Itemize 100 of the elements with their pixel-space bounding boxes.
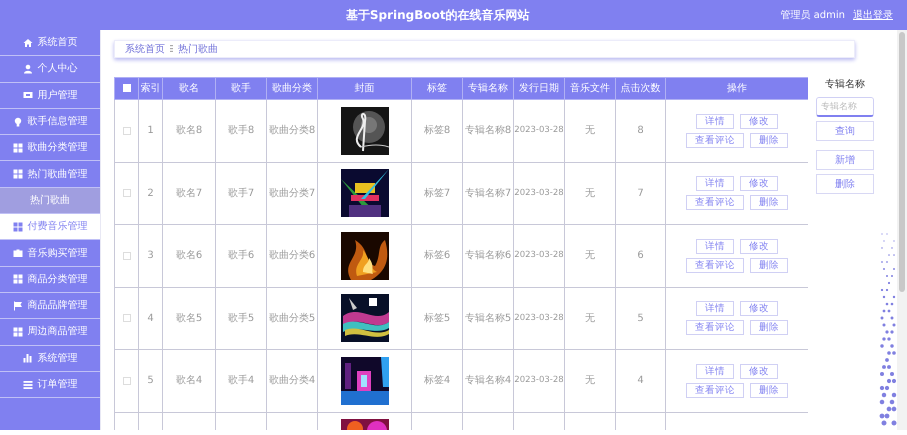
sidebar-item[interactable]: 付费音乐管理 — [0, 214, 100, 240]
sidebar-item[interactable]: 系统首页 — [0, 30, 100, 56]
grid-icon — [12, 142, 22, 153]
sidebar-item[interactable]: 个人中心 — [0, 56, 100, 83]
search-field[interactable]: 专辑名称 — [816, 97, 874, 117]
sidebar-subitem[interactable]: 热门歌曲 — [0, 188, 100, 214]
delete-button[interactable]: 删除 — [750, 382, 788, 398]
album-name: 专辑名称8 — [464, 125, 512, 136]
click-count: 6 — [637, 250, 644, 262]
search-button[interactable]: 查询 — [816, 121, 874, 141]
album-name: 专辑名称6 — [464, 250, 512, 262]
flag-icon — [12, 300, 22, 311]
comments-button[interactable]: 查看评论 — [686, 382, 744, 398]
sidebar-item[interactable]: 系统管理 — [0, 346, 100, 372]
click-count: 7 — [637, 188, 644, 199]
delete-button[interactable]: 删除 — [750, 320, 788, 336]
home-icon — [22, 38, 32, 48]
row-index: 1 — [147, 125, 154, 136]
grid-icon — [12, 222, 22, 232]
release-date: 2023-03-28 — [514, 375, 564, 386]
song-name: 歌名8 — [176, 125, 202, 136]
song-tag: 标签5 — [424, 312, 450, 324]
release-date: 2023-03-28 — [514, 125, 564, 136]
singer-name: 歌手8 — [228, 125, 254, 136]
column-header: 点击次数 — [620, 83, 660, 94]
site-title: 基于SpringBoot的在线音乐网站 — [344, 7, 531, 24]
edit-button[interactable]: 修改 — [740, 238, 778, 254]
column-header: 发行日期 — [519, 83, 559, 94]
column-header: 歌曲分类 — [272, 83, 312, 94]
column-header: 标签 — [427, 83, 447, 94]
sidebar-item[interactable]: 歌手信息管理 — [0, 108, 100, 136]
delete-button[interactable]: 删除 — [750, 258, 788, 273]
breadcrumb-link[interactable]: 系统首页 — [125, 42, 165, 56]
sidebar-item[interactable]: 订单管理 — [0, 372, 100, 398]
edit-button[interactable]: 修改 — [740, 301, 778, 316]
scrollbar[interactable] — [897, 30, 907, 430]
detail-button[interactable]: 详情 — [696, 301, 734, 316]
song-tag: 标签4 — [424, 375, 450, 386]
song-name: 歌名5 — [176, 312, 202, 324]
song-category: 歌曲分类6 — [268, 250, 316, 262]
breadcrumb-link[interactable]: 热门歌曲 — [178, 42, 218, 56]
delete-button[interactable]: 删除 — [750, 195, 788, 210]
sidebar-item[interactable]: 周边商品管理 — [0, 319, 100, 346]
comments-button[interactable]: 查看评论 — [686, 195, 744, 210]
add-button[interactable]: 新增 — [816, 150, 874, 170]
row-checkbox[interactable] — [122, 314, 130, 322]
list-icon — [22, 380, 32, 390]
row-checkbox[interactable] — [122, 376, 130, 385]
song-category: 歌曲分类4 — [268, 375, 316, 386]
detail-button[interactable]: 详情 — [696, 364, 734, 379]
comments-button[interactable]: 查看评论 — [686, 320, 744, 336]
music-file: 无 — [585, 125, 595, 136]
bulb-icon — [12, 116, 22, 127]
album-name: 专辑名称5 — [464, 312, 512, 324]
sidebar-item[interactable]: 商品品牌管理 — [0, 292, 100, 320]
song-category: 歌曲分类5 — [268, 312, 316, 324]
delete-button[interactable]: 删除 — [816, 174, 874, 194]
row-checkbox[interactable] — [122, 189, 130, 198]
sidebar-item[interactable]: 歌曲分类管理 — [0, 135, 100, 162]
detail-button[interactable]: 详情 — [696, 238, 734, 254]
edit-button[interactable]: 修改 — [740, 114, 778, 129]
song-name: 歌名4 — [176, 375, 202, 386]
logout-link[interactable]: 退出登录 — [853, 8, 893, 22]
row-index: 5 — [147, 375, 154, 386]
select-all-checkbox[interactable] — [122, 84, 130, 92]
detail-button[interactable]: 详情 — [696, 114, 734, 129]
edit-button[interactable]: 修改 — [740, 176, 778, 192]
song-category: 歌曲分类8 — [268, 125, 316, 136]
release-date: 2023-03-28 — [514, 188, 564, 198]
release-date: 2023-03-28 — [514, 312, 564, 323]
column-header: 封面 — [354, 83, 374, 94]
sidebar-item[interactable]: 音乐购买管理 — [0, 240, 100, 267]
click-count: 5 — [637, 312, 644, 324]
column-header: 歌名 — [179, 83, 199, 94]
row-index: 2 — [147, 188, 154, 199]
song-tag: 标签8 — [424, 125, 450, 136]
singer-name: 歌手5 — [228, 312, 254, 324]
edit-button[interactable]: 修改 — [740, 364, 778, 379]
song-name: 歌名6 — [176, 250, 202, 262]
release-date: 2023-03-28 — [514, 250, 564, 260]
sidebar-item[interactable]: 商品分类管理 — [0, 266, 100, 293]
column-header: 音乐文件 — [570, 83, 610, 94]
detail-button[interactable]: 详情 — [696, 176, 734, 192]
album-name: 专辑名称7 — [464, 188, 512, 199]
sidebar-item[interactable]: 用户管理 — [0, 82, 100, 109]
click-count: 8 — [637, 125, 644, 136]
music-file: 无 — [585, 188, 595, 199]
click-count: 4 — [637, 375, 644, 386]
search-label: 专辑名称 — [824, 78, 866, 92]
delete-button[interactable]: 删除 — [750, 132, 788, 148]
row-checkbox[interactable] — [122, 252, 130, 260]
song-tag: 标签7 — [424, 188, 450, 199]
music-file: 无 — [585, 250, 595, 262]
row-checkbox[interactable] — [122, 126, 130, 135]
music-file: 无 — [585, 375, 595, 386]
song-name: 歌名7 — [176, 188, 202, 199]
comments-button[interactable]: 查看评论 — [686, 132, 744, 148]
comments-button[interactable]: 查看评论 — [686, 258, 744, 273]
column-header: 索引 — [140, 83, 160, 94]
row-index: 3 — [147, 250, 154, 262]
